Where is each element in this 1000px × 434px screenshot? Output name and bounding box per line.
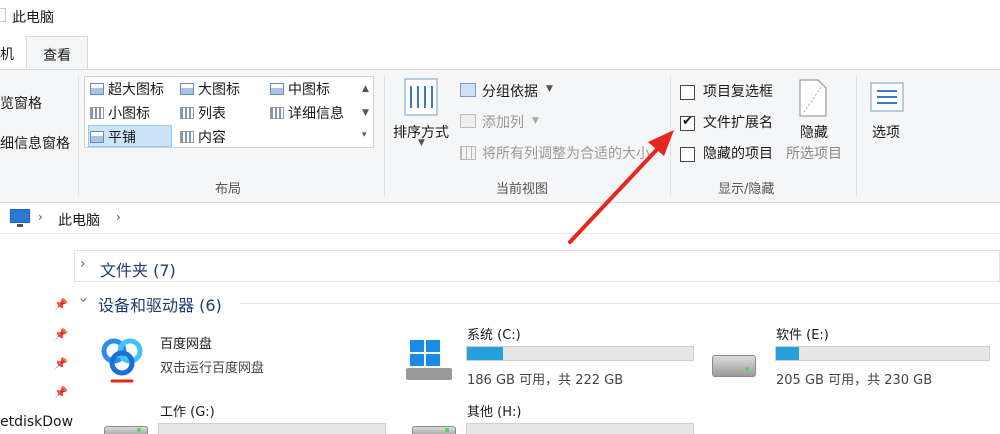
windows-drive-icon[interactable] [404,340,454,382]
chevron-down-icon[interactable]: › [75,297,91,303]
drive-size-e: 205 GB 可用，共 230 GB [776,373,933,388]
current-view-group-label: 当前视图 [496,182,549,197]
drive-subtitle-baidu: 双击运行百度网盘 [160,361,265,376]
tiles-icon [90,131,104,143]
tab-view[interactable]: 查看 [26,36,88,70]
show-hide-group-label: 显示/隐藏 [718,182,775,197]
layout-content[interactable]: 内容 [180,127,226,147]
hidden-items[interactable]: 隐藏的项目 [680,143,773,163]
content-icon [180,131,194,143]
group-separator [856,76,857,196]
gallery-scroll-up-icon[interactable]: ▲ [362,84,369,94]
pin-icon[interactable]: 📌 [54,328,68,341]
layout-group-label: 布局 [215,182,242,197]
layout-list[interactable]: 列表 [180,103,226,123]
layout-details[interactable]: 详细信息 [270,103,344,123]
window-icon [0,8,6,22]
group-separator [78,76,79,196]
hard-drive-icon[interactable] [104,426,148,434]
devices-section-title[interactable]: 设备和驱动器 (6) [98,292,222,316]
options-button[interactable]: 选项 [872,122,900,142]
drive-usage-fill-c [467,347,504,360]
layout-extra-large-icons[interactable]: 超大图标 [90,79,164,99]
extra-large-icons-icon [90,83,104,95]
drive-name-c[interactable]: 系统 (C:) [467,324,521,343]
red-arrow-annotation [568,130,674,244]
breadcrumb-this-pc[interactable]: 此电脑 [58,210,100,230]
fit-columns-icon [460,146,476,160]
drive-size-c: 186 GB 可用，共 222 GB [467,373,624,388]
item-check-boxes[interactable]: 项目复选框 [680,81,773,101]
drive-name-baidu[interactable]: 百度网盘 [160,333,212,352]
large-icons-icon [180,83,194,95]
hide-selected-label-line1[interactable]: 隐藏 [800,122,828,142]
drive-usage-bar-h [466,423,694,434]
gallery-scroll-down-icon[interactable]: ▼ [362,108,369,118]
chevron-right-icon[interactable]: › [80,256,86,272]
group-by-dropdown-icon: ▼ [546,84,553,94]
hide-selected-icon [799,79,827,117]
sort-icon [404,78,438,116]
sort-dropdown-icon: ▼ [418,138,425,148]
pin-icon[interactable]: 📌 [54,357,68,370]
address-bar[interactable] [0,204,1000,234]
drive-usage-bar-e [775,346,990,361]
preview-pane-button[interactable]: 览窗格 [0,93,42,113]
gallery-expand-icon[interactable]: ▾ [362,130,367,140]
baidu-netdisk-icon[interactable] [98,333,146,385]
details-pane-button[interactable]: 细信息窗格 [0,133,70,153]
drive-usage-fill-e [776,347,800,360]
pin-icon[interactable]: 📌 [54,298,68,311]
details-icon [270,107,284,119]
layout-large-icons[interactable]: 大图标 [180,79,240,99]
breadcrumb-separator-icon[interactable]: › [38,210,43,224]
folders-section-header[interactable] [74,250,1000,282]
pin-icon[interactable]: 📌 [54,386,68,399]
hide-selected-label-line2[interactable]: 所选项目 [786,143,842,163]
group-by-button[interactable]: 分组依据 [482,81,538,101]
group-by-icon [460,83,476,97]
item-check-boxes-checkbox[interactable] [680,84,695,100]
medium-icons-icon [270,83,284,95]
drive-usage-bar-g [158,423,386,434]
options-icon [870,82,904,112]
layout-tiles[interactable]: 平铺 [90,127,136,147]
drive-usage-bar-c [466,346,694,361]
drive-name-e[interactable]: 软件 (E:) [776,324,829,343]
window-title: 此电脑 [12,10,54,26]
this-pc-icon [10,209,30,227]
add-column-icon [460,114,476,128]
tab-computer[interactable]: 机 [0,44,14,64]
title-bar [0,0,1000,34]
group-separator [384,76,385,196]
breadcrumb-chevron-icon[interactable]: › [116,210,121,224]
folders-section-title: 文件夹 (7) [100,261,176,280]
layout-medium-icons[interactable]: 中图标 [270,79,330,99]
drive-name-h[interactable]: 其他 (H:) [467,401,521,420]
hard-drive-icon[interactable] [412,426,456,434]
sidebar-item-netdisk[interactable]: etdiskDow [0,414,73,430]
section-divider [240,303,1000,304]
list-icon [180,107,194,119]
small-icons-icon [90,107,104,119]
add-columns-button[interactable]: 添加列 [482,112,524,132]
drive-name-g[interactable]: 工作 (G:) [160,401,215,420]
file-name-extensions[interactable]: 文件扩展名 [680,112,773,132]
add-columns-dropdown-icon: ▼ [532,116,539,126]
hard-drive-icon[interactable] [712,355,756,377]
layout-small-icons[interactable]: 小图标 [90,103,150,123]
